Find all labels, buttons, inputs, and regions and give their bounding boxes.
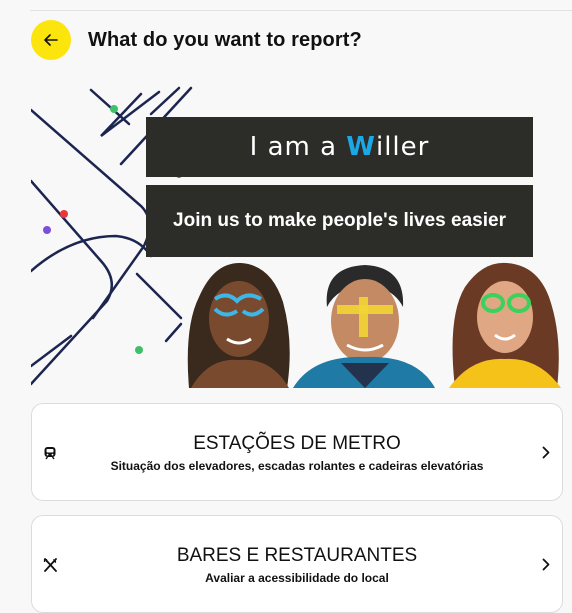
chevron-right-icon: [542, 558, 550, 571]
promo-banner[interactable]: I am a Willer Join us to make people's l…: [31, 86, 565, 388]
banner-headline: I am a Willer: [146, 117, 533, 177]
card-title: BARES E RESTAURANTES: [176, 545, 418, 566]
headline-accent: W: [346, 132, 376, 162]
arrow-left-icon: [44, 34, 58, 46]
header: What do you want to report?: [31, 19, 572, 61]
card-subtitle: Avaliar a acessibilidade do local: [205, 571, 389, 585]
card-title: ESTAÇÕES DE METRO: [193, 433, 401, 454]
portrait-woman-face-paint: [187, 262, 290, 388]
top-divider: [30, 10, 572, 11]
card-subtitle: Situação dos elevadores, escadas rolante…: [110, 459, 484, 473]
fork-knife-icon: [43, 558, 57, 572]
back-button[interactable]: [31, 20, 71, 60]
chevron-right-icon: [542, 446, 550, 459]
metro-train-icon: [44, 447, 56, 460]
portrait-young-woman-face-paint: [449, 262, 561, 388]
category-card-metro[interactable]: ESTAÇÕES DE METRO Situação dos elevadore…: [31, 403, 563, 501]
banner-subline: Join us to make people's lives easier: [146, 185, 533, 257]
headline-prefix: I am a: [249, 132, 347, 162]
category-card-restaurants[interactable]: BARES E RESTAURANTES Avaliar a acessibil…: [31, 515, 563, 613]
page-title: What do you want to report?: [88, 28, 362, 51]
portrait-man-face-paint: [293, 265, 435, 388]
headline-suffix: iller: [375, 132, 430, 162]
